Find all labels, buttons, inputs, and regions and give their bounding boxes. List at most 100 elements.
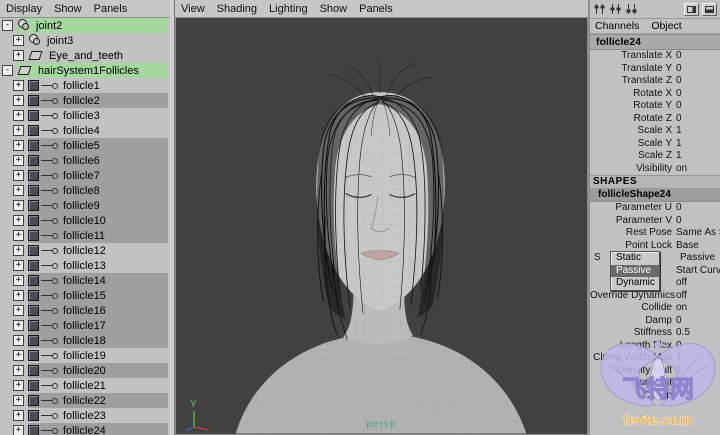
outliner-row[interactable]: + follicle21 [0,378,168,393]
channel-value-field[interactable]: 0 [676,63,720,76]
channel-label[interactable]: Parameter U [590,202,676,215]
channel-label[interactable]: Rotate Z [590,113,676,126]
channel-value-field[interactable]: 0 [676,88,720,101]
outliner-row[interactable]: + follicle23 [0,408,168,423]
channel-label[interactable]: Collide [590,302,676,315]
viewport-3d-canvas[interactable]: Y persp [175,17,588,435]
channel-label[interactable]: Visibility [590,163,676,176]
outliner-row[interactable]: + follicle18 [0,333,168,348]
channel-value-field[interactable]: 0 [676,340,720,353]
expand-toggle-icon[interactable]: + [13,245,24,256]
outliner-row[interactable]: + Eye_and_teeth [0,48,168,63]
outliner-row[interactable]: + follicle22 [0,393,168,408]
channel-value-field[interactable]: off [676,277,720,290]
outliner-row[interactable]: + follicle14 [0,273,168,288]
channel-value-field[interactable]: 1 [676,365,720,378]
channel-label[interactable]: Scale Z [590,150,676,163]
show-layer-editor-toggle-icon[interactable] [702,2,717,16]
channel-box-menu-item[interactable]: Channels [595,20,639,32]
channel-manip-medium-icon[interactable] [609,3,622,15]
channel-value-field[interactable]: 1 [676,125,720,138]
channel-value-field[interactable]: 0 [676,315,720,328]
channel-label[interactable]: Scale Y [590,138,676,151]
channel-value-field[interactable]: 0 [676,50,720,63]
channel-label[interactable]: Override Dynamics [590,290,676,303]
outliner-row[interactable]: + follicle16 [0,303,168,318]
outliner-row[interactable]: + follicle19 [0,348,168,363]
shape-node-name[interactable]: follicleShape24 [590,189,720,202]
outliner-row[interactable]: + follicle5 [0,138,168,153]
expand-toggle-icon[interactable]: + [13,200,24,211]
channel-value-field[interactable]: 0.5 [676,327,720,340]
channel-label[interactable]: Damp [590,315,676,328]
dropdown-option[interactable]: Dynamic [611,277,659,290]
channel-label[interactable]: Density Mult [590,365,676,378]
dropdown-option[interactable]: Passive [611,264,659,277]
expand-toggle-icon[interactable]: + [13,395,24,406]
expand-toggle-icon[interactable]: - [2,20,13,31]
expand-toggle-icon[interactable]: + [13,275,24,286]
channel-value-field[interactable]: Base [676,240,720,253]
outliner-row[interactable]: + follicle2 [0,93,168,108]
expand-toggle-icon[interactable]: + [13,425,24,435]
channel-box-menu-item[interactable]: Object [651,20,681,32]
channel-manip-slow-icon[interactable] [593,3,606,15]
channel-value-field[interactable]: 1 [676,150,720,163]
channel-label[interactable]: Curl Mult [590,377,676,390]
channel-label[interactable]: Parameter V [590,215,676,228]
viewport-menu-item[interactable]: Shading [217,3,257,15]
viewport-menu-item[interactable]: Show [320,3,348,15]
expand-toggle-icon[interactable]: + [13,410,24,421]
channel-label[interactable]: Rest Pose [590,227,676,240]
channel-value-field[interactable]: 0 [676,215,720,228]
outliner-menu-item[interactable]: Panels [94,3,128,15]
viewport-menu-item[interactable]: View [181,3,205,15]
outliner-row[interactable]: + follicle8 [0,183,168,198]
channel-label[interactable]: Translate X [590,50,676,63]
expand-toggle-icon[interactable]: + [13,350,24,361]
channel-label[interactable]: Translate Y [590,63,676,76]
channel-value-field[interactable]: 1 [676,377,720,390]
expand-toggle-icon[interactable]: + [13,380,24,391]
outliner-row[interactable]: + follicle4 [0,123,168,138]
outliner-row[interactable]: - joint2 [0,18,168,33]
expand-toggle-icon[interactable]: - [2,65,13,76]
expand-toggle-icon[interactable]: + [13,305,24,316]
outliner-row[interactable]: + follicle15 [0,288,168,303]
channel-label[interactable]: Scale X [590,125,676,138]
channel-value-field[interactable]: 0 [676,113,720,126]
expand-toggle-icon[interactable]: + [13,230,24,241]
outliner-menu-item[interactable]: Display [6,3,42,15]
channel-value-field[interactable]: 0 [676,100,720,113]
channel-label[interactable]: Clump Width Mult [590,352,676,365]
outliner-row[interactable]: + follicle6 [0,153,168,168]
expand-toggle-icon[interactable]: + [13,35,24,46]
viewport-menu-item[interactable]: Panels [359,3,393,15]
channel-value-field[interactable]: on [676,302,720,315]
channel-value-field[interactable]: off [676,290,720,303]
expand-toggle-icon[interactable]: + [13,365,24,376]
expand-toggle-icon[interactable]: + [13,110,24,121]
channel-label[interactable]: Clump [590,390,676,403]
expand-toggle-icon[interactable]: + [13,95,24,106]
dropdown-option[interactable]: Static [611,252,659,265]
channel-value-field[interactable]: 0 [676,202,720,215]
outliner-row[interactable]: + follicle7 [0,168,168,183]
outliner-row[interactable]: + follicle11 [0,228,168,243]
outliner-row[interactable]: + joint3 [0,33,168,48]
expand-toggle-icon[interactable]: + [13,260,24,271]
expand-toggle-icon[interactable]: + [13,290,24,301]
channel-value-field[interactable]: 1 [676,352,720,365]
channel-label[interactable]: Rotate X [590,88,676,101]
expand-toggle-icon[interactable]: + [13,125,24,136]
viewport-menu-item[interactable]: Lighting [269,3,308,15]
channel-label[interactable]: Length Flex [590,340,676,353]
channel-value-field[interactable]: 0 [676,75,720,88]
channel-label[interactable]: Rotate Y [590,100,676,113]
show-channel-box-toggle-icon[interactable] [684,2,699,16]
channel-value-field[interactable]: Start Curve [676,265,720,278]
outliner-row[interactable]: - hairSystem1Follicles [0,63,168,78]
outliner-row[interactable]: + follicle10 [0,213,168,228]
expand-toggle-icon[interactable]: + [13,335,24,346]
channel-manip-fast-icon[interactable] [625,3,638,15]
